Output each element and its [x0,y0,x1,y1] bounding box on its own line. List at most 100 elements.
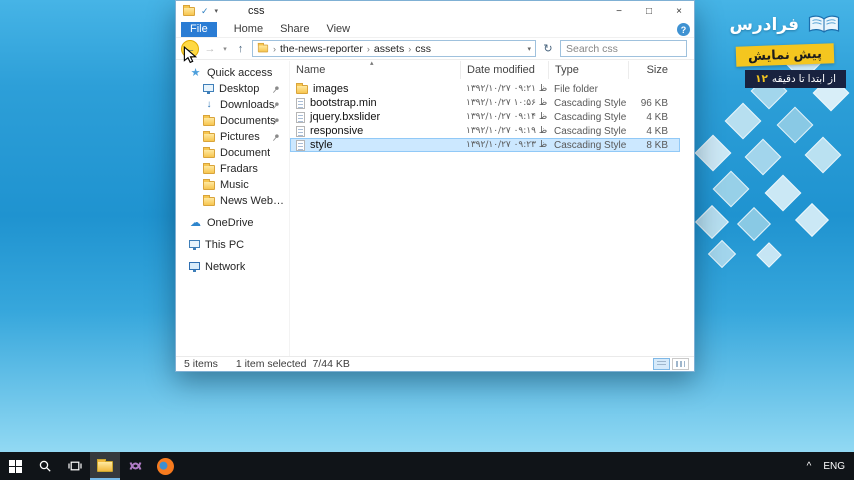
search-input[interactable] [561,41,686,56]
address-dropdown-chevron-icon[interactable]: ▾ [527,45,531,53]
sidebar-item-desktop[interactable]: Desktop [176,81,289,97]
column-header-name[interactable]: Name [290,61,460,79]
windows-logo-icon [8,459,22,473]
file-name: jquery.bxslider [310,111,381,123]
sidebar-item-music[interactable]: Music [176,177,289,193]
recent-locations-chevron-icon[interactable]: ▾ [221,45,229,53]
sidebar-item-documents[interactable]: Documents [176,113,289,129]
start-button[interactable] [0,452,30,480]
this-pc-icon [189,239,200,250]
breadcrumb-item[interactable]: the-news-reporter [280,43,363,55]
sidebar-quick-access[interactable]: ★ Quick access [176,65,289,81]
file-rows: images ۱۳۹۲/۱۰/۲۷ ۰۹:۲۱ ق.ظ File folder … [290,82,680,152]
brand-name: فرادرس [729,15,799,34]
explorer-window: ✓ ▾ css − □ × File Home Share View ? ← →… [175,0,695,372]
css-file-icon [296,111,305,123]
file-row-images[interactable]: images ۱۳۹۲/۱۰/۲۷ ۰۹:۲۱ ق.ظ File folder [290,82,680,96]
breadcrumb-separator: › [273,43,276,54]
refresh-button[interactable]: ↻ [541,42,555,55]
search-icon [39,460,51,472]
address-bar[interactable]: › the-news-reporter › assets › css ▾ [252,40,536,57]
css-file-icon [296,139,305,151]
sidebar-item-downloads[interactable]: ↓ Downloads [176,97,289,113]
language-indicator[interactable]: ENG [823,461,845,472]
task-view-button[interactable] [60,452,90,480]
range-text: از ابتدا تا دقیقه [771,73,836,85]
brand-row: فرادرس [729,14,842,36]
minimize-button[interactable]: − [604,1,634,21]
column-header-type[interactable]: Type [548,61,628,79]
title-bar[interactable]: ✓ ▾ css − □ × [176,1,694,21]
sort-indicator-icon: ▴ [370,60,374,67]
thumbnails-view-button[interactable] [672,358,689,370]
file-size: 8 KB [646,139,668,151]
sidebar-item-network[interactable]: Network [176,259,289,275]
range-value: ۱۲ [755,73,768,85]
file-type: Cascading Style S... [554,139,628,151]
sidebar-item-onedrive[interactable]: ☁ OneDrive [176,215,289,231]
faradars-book-icon [808,15,840,33]
desktop: فرادرس پیش نمایش از ابتدا تا دقیقه ۱۲ ✓ … [0,0,854,480]
breadcrumb-item[interactable]: css [415,43,431,55]
folder-icon [296,83,308,94]
column-header-size[interactable]: Size [628,61,674,79]
qat-check-icon[interactable]: ✓ [201,6,209,17]
file-type: Cascading Style S... [554,111,628,123]
sidebar-item-this-pc[interactable]: This PC [176,237,289,253]
maximize-button[interactable]: □ [634,1,664,21]
sidebar-item-label: Music [220,179,249,191]
file-row-jquery-bxslider[interactable]: jquery.bxslider ۱۳۹۲/۱۰/۲۷ ۰۹:۱۴ ق.ظ Cas… [290,110,680,124]
tab-share[interactable]: Share [280,23,309,35]
sidebar-item-pictures[interactable]: Pictures [176,129,289,145]
sidebar-item-label: Documents [220,115,276,127]
breadcrumb-separator: › [408,43,412,54]
taskbar-visual-studio-button[interactable] [120,452,150,480]
sidebar-item-label: Quick access [207,67,273,79]
file-name: images [313,83,349,95]
pin-icon [272,102,279,109]
breadcrumb-item[interactable]: assets [374,43,404,55]
pictures-folder-icon [203,130,215,142]
file-row-responsive[interactable]: responsive ۱۳۹۲/۱۰/۲۷ ۰۹:۱۹ ق.ظ Cascadin… [290,124,680,138]
file-type: File folder [554,83,598,95]
up-button[interactable]: ↑ [234,43,247,55]
file-date: ۱۳۹۲/۱۰/۲۷ ۰۹:۱۴ ق.ظ [466,112,548,122]
file-name-cell: responsive [290,125,460,137]
explorer-body: ★ Quick access Desktop ↓ Downloads Docum… [176,60,694,356]
items-count: 5 items [184,358,218,370]
file-type: Cascading Style S... [554,125,628,137]
status-bar: 5 items 1 item selected 7/44 KB [176,356,694,371]
details-view-button[interactable] [653,358,670,370]
task-view-icon [68,461,82,471]
forward-button[interactable]: → [204,43,216,55]
folder-icon [203,194,215,206]
tab-home[interactable]: Home [234,23,263,35]
pin-icon [272,86,279,93]
sidebar-item-label: Network [205,261,246,273]
sidebar-item-label: Pictures [220,131,260,143]
tab-view[interactable]: View [326,23,350,35]
taskbar-firefox-button[interactable] [150,452,180,480]
sidebar-item-label: Desktop [219,83,260,95]
file-row-style-selected[interactable]: style ۱۳۹۲/۱۰/۲۷ ۰۹:۲۳ ق.ظ Cascading Sty… [290,138,680,152]
address-folder-icon [257,42,269,53]
file-explorer-icon [97,458,113,472]
taskbar-search-button[interactable] [30,452,60,480]
column-header-date-modified[interactable]: Date modified [460,61,548,79]
file-size: 4 KB [646,111,668,123]
taskbar-file-explorer-button[interactable] [90,452,120,480]
sidebar-item-news-website[interactable]: News Website [176,193,289,209]
help-button[interactable]: ? [677,23,690,36]
preview-badge: پیش نمایش [735,43,835,67]
downloads-icon: ↓ [206,99,212,110]
file-row-bootstrap-min[interactable]: bootstrap.min ۱۳۹۲/۱۰/۲۷ ۱۰:۵۶ ق.ظ Casca… [290,96,680,110]
close-button[interactable]: × [664,1,694,21]
qat-customize-chevron-icon[interactable]: ▾ [215,7,219,15]
sidebar-item-document[interactable]: Document [176,145,289,161]
tab-file[interactable]: File [181,21,217,37]
tray-chevron-icon[interactable]: ^ [807,461,812,472]
music-folder-icon [203,178,215,190]
sidebar-item-fradars[interactable]: Fradars [176,161,289,177]
qat-folder-icon[interactable] [183,4,195,16]
search-box [560,40,687,57]
